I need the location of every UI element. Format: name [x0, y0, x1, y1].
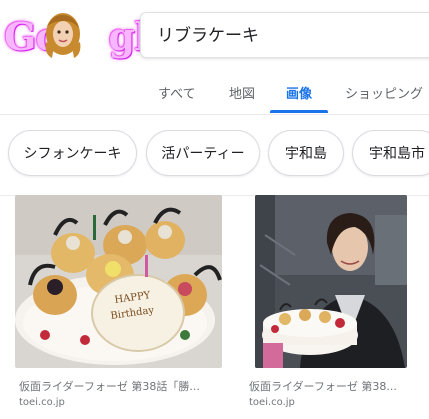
chip-chiffon-cake[interactable]: シフォンケーキ	[8, 130, 137, 176]
tab-images[interactable]: 画像	[286, 83, 312, 102]
result-title[interactable]: 仮面ライダーフォーゼ 第38...	[249, 378, 419, 394]
chip-party[interactable]: 活パーティー	[146, 130, 260, 176]
header: Gooogle	[0, 0, 429, 66]
tab-maps[interactable]: 地図	[229, 83, 255, 102]
result-title[interactable]: 仮面ライダーフォーゼ 第38話「勝...	[19, 378, 219, 394]
google-doodle-logo[interactable]: Gooogle	[4, 10, 172, 62]
chip-uwajima-city[interactable]: 宇和島市	[352, 130, 429, 176]
active-tab-indicator	[270, 110, 328, 113]
tab-all[interactable]: すべて	[158, 83, 196, 102]
person-with-cake-photo-icon[interactable]	[255, 195, 407, 368]
tab-shopping[interactable]: ショッピング	[345, 83, 423, 102]
related-search-chips: シフォンケーキ 活パーティー 宇和島 宇和島市	[0, 115, 429, 196]
search-box[interactable]	[140, 12, 429, 58]
result-source: toei.co.jp	[249, 397, 295, 408]
result-source: toei.co.jp	[19, 397, 65, 408]
chip-uwajima[interactable]: 宇和島	[268, 130, 344, 176]
search-input[interactable]	[157, 23, 417, 43]
birthday-cake-photo-icon[interactable]: HAPPY Birthday	[15, 195, 222, 368]
logo-character-icon	[45, 13, 81, 58]
search-tabs: すべて 地図 画像 ショッピング	[0, 66, 429, 115]
